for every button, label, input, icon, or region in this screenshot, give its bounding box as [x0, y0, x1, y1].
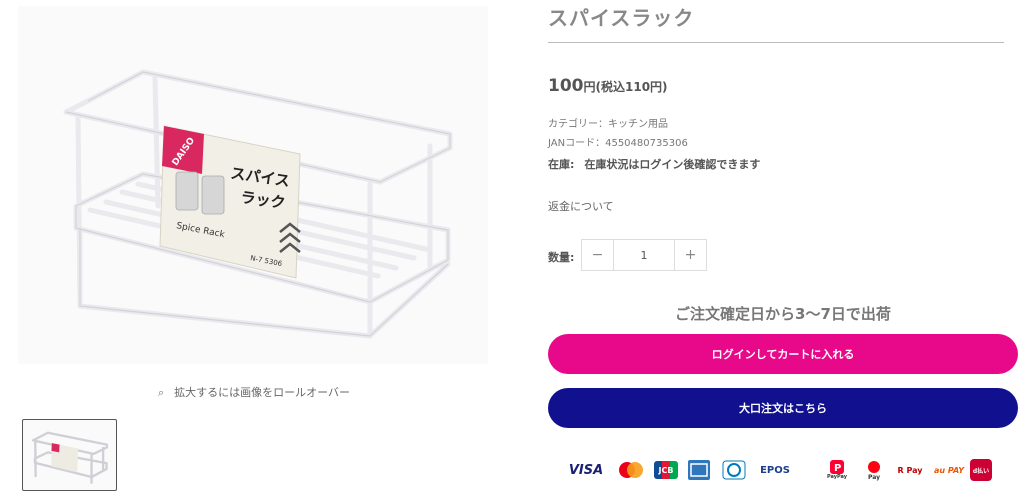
amex-icon [688, 460, 710, 480]
stock-status-text: 在庫状況はログイン後確認できます [584, 158, 761, 171]
price-unit: 円 [583, 80, 596, 94]
product-main-image[interactable]: DAISO スパイス ラック Spice Rack N-7 5306 [18, 6, 488, 364]
quantity-input[interactable]: 1 [613, 240, 675, 270]
login-add-to-cart-button[interactable]: ログインしてカートに入れる [548, 334, 1018, 374]
thumbnail-rack-icon [31, 431, 109, 484]
quantity-stepper: − 1 + [581, 239, 707, 271]
au-pay-icon: au PAY [933, 465, 965, 475]
stock-status: 在庫: 在庫状況はログイン後確認できます [548, 156, 760, 172]
refund-link[interactable]: 返金について [548, 198, 614, 214]
visa-icon: VISA [568, 462, 604, 478]
title-divider [548, 42, 1004, 43]
product-thumbnail[interactable] [22, 419, 117, 491]
quantity-increase-button[interactable]: + [675, 240, 706, 270]
rakuten-pay-icon: R Pay [897, 465, 923, 475]
price: 100円(税込110円) [548, 76, 668, 96]
mastercard-icon [618, 458, 644, 482]
product-info: スパイスラック 100円(税込110円) カテゴリー：キッチン用品 JANコード… [548, 0, 1018, 493]
svg-text:P: P [834, 463, 841, 474]
spice-rack-illustration: DAISO スパイス ラック Spice Rack N-7 5306 [63, 69, 453, 339]
bulk-order-button[interactable]: 大口注文はこちら [548, 388, 1018, 428]
merpay-icon: Pay [862, 458, 886, 482]
quantity-label: 数量: [548, 251, 575, 264]
magnifier-icon: ⌕ [157, 386, 165, 399]
d-barai-icon: d払い [970, 459, 992, 481]
paypay-icon: P PayPay [820, 458, 854, 482]
price-tax-included: (税込110円) [595, 80, 668, 94]
jcb-icon: JCB [654, 461, 678, 479]
page-title: スパイスラック [548, 6, 695, 30]
diners-icon [722, 458, 746, 482]
epos-icon: EPOS [760, 464, 790, 476]
jan-code-text: JANコード：4550480735306 [548, 138, 688, 149]
payment-methods: VISA JCB EPOS P PayPay Pay R Pay au PAY … [566, 458, 1006, 484]
category-text: カテゴリー：キッチン用品 [548, 119, 668, 130]
zoom-hint: ⌕ 拡大するには画像をロールオーバー [0, 384, 508, 400]
quantity-decrease-button[interactable]: − [582, 240, 613, 270]
merpay-label: Pay [867, 473, 880, 481]
paypay-label: PayPay [826, 474, 848, 480]
price-amount: 100 [548, 76, 584, 96]
product-gallery: DAISO スパイス ラック Spice Rack N-7 5306 ⌕ 拡大する… [0, 0, 490, 493]
shipping-note: ご注文確定日から3〜7日で出荷 [675, 305, 891, 323]
stock-label: 在庫: [548, 158, 575, 171]
zoom-hint-text: 拡大するには画像をロールオーバー [174, 386, 351, 399]
